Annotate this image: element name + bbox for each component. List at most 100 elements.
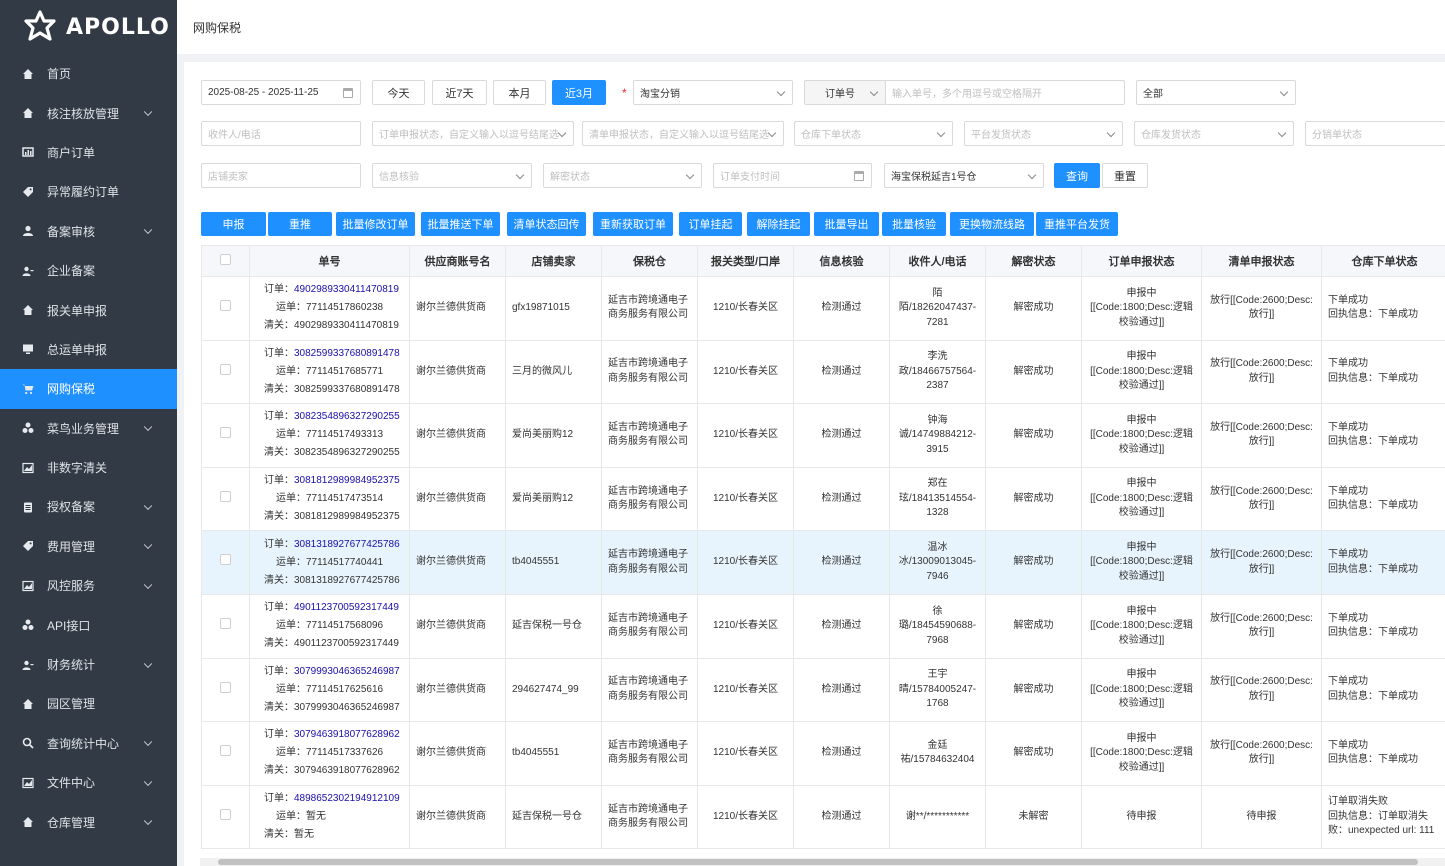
row-checkbox-cell[interactable]	[201, 593, 250, 659]
order-link[interactable]: 4902989330411470819	[294, 284, 399, 295]
decrypt-status-select[interactable]: 解密状态	[543, 163, 702, 188]
order-type-select[interactable]: 订单号	[804, 80, 886, 105]
checkbox-icon[interactable]	[220, 490, 231, 502]
sidebar-item-4[interactable]: 备案审核	[0, 212, 177, 251]
checkbox-icon[interactable]	[220, 254, 231, 265]
receiver-input[interactable]: 收件人/电话	[201, 121, 361, 146]
quick-date-today[interactable]: 今天	[372, 80, 425, 105]
checkbox-icon[interactable]	[220, 618, 231, 630]
action-button-9[interactable]: 批量核验	[882, 212, 946, 236]
order-declare-status-select[interactable]: 订单申报状态，自定义输入以逗号结尾选	[372, 121, 574, 146]
sidebar-item-8[interactable]: 网购保税	[0, 369, 177, 409]
action-button-7[interactable]: 解除挂起	[747, 212, 810, 236]
list-declare-status-select[interactable]: 清单申报状态，自定义输入以逗号结尾选	[582, 121, 784, 146]
sidebar-item-1[interactable]: 核注核放管理	[0, 93, 177, 132]
row-checkbox-cell[interactable]	[201, 721, 250, 786]
table-row[interactable]: 订单：3079993046365246987 运单：77114517625616 清…	[201, 657, 1445, 723]
quick-date-7days[interactable]: 近7天	[432, 80, 487, 105]
checkbox-icon[interactable]	[220, 427, 231, 439]
date-range-picker[interactable]: 2025-08-25 - 2025-11-25	[201, 80, 361, 105]
channel-select[interactable]: 淘宝分销	[633, 80, 793, 105]
query-button[interactable]: 查询	[1054, 163, 1100, 188]
scrollbar-thumb[interactable]	[218, 859, 1418, 865]
sidebar-item-label: 授权备案	[47, 500, 96, 515]
row-checkbox-cell[interactable]	[201, 657, 250, 723]
sidebar-item-0[interactable]: 首页	[0, 54, 177, 93]
sidebar-item-6[interactable]: 报关单申报	[0, 290, 177, 329]
row-checkbox-cell[interactable]	[201, 276, 250, 341]
row-checkbox-cell[interactable]	[201, 784, 250, 850]
row-checkbox-cell[interactable]	[201, 530, 250, 595]
order-link[interactable]: 4901123700592317449	[294, 602, 399, 613]
split-order-status-select[interactable]: 分销单状态	[1305, 121, 1445, 146]
action-button-3[interactable]: 批量推送下单	[421, 212, 500, 236]
sidebar-item-14[interactable]: API接口	[0, 605, 177, 644]
quick-date-month[interactable]: 本月	[493, 80, 546, 105]
action-button-4[interactable]: 清单状态回传	[507, 212, 586, 236]
sidebar-item-3[interactable]: 异常履约订单	[0, 172, 177, 211]
warehouse-order-status-select[interactable]: 仓库下单状态	[794, 121, 953, 146]
order-link[interactable]: 4898652302194912109	[294, 793, 400, 804]
table-row[interactable]: 订单：4898652302194912109 运单：暂无 清关：暂无 谢尔兰德供货商延…	[201, 784, 1445, 850]
warehouse-cell: 延吉市跨境通电子商务服务有限公司	[601, 657, 698, 723]
action-button-10[interactable]: 更换物流线路	[950, 212, 1034, 236]
warehouse-status-cell: 下单成功 回执信息：下单成功	[1321, 657, 1445, 723]
sidebar-item-11[interactable]: 授权备案	[0, 487, 177, 526]
table-row[interactable]: 订单：3081812989984952375 运单：77114517473514 清…	[201, 466, 1445, 532]
warehouse-select[interactable]: 海宝保税延吉1号仓	[884, 163, 1044, 188]
action-button-11[interactable]: 重推平台发货	[1036, 212, 1118, 236]
sidebar-item-12[interactable]: 费用管理	[0, 527, 177, 566]
order-link[interactable]: 3079993046365246987	[294, 666, 400, 677]
brand-logo[interactable]: APOLLO	[0, 0, 177, 54]
chevron-down-icon	[143, 107, 153, 117]
platform-ship-status-select[interactable]: 平台发货状态	[964, 121, 1123, 146]
action-button-0[interactable]: 申报	[201, 212, 266, 236]
row-checkbox-cell[interactable]	[201, 339, 250, 405]
sidebar-item-17[interactable]: 查询统计中心	[0, 724, 177, 763]
sidebar-item-18[interactable]: 文件中心	[0, 763, 177, 802]
row-checkbox-cell[interactable]	[201, 466, 250, 532]
sidebar-item-16[interactable]: 园区管理	[0, 684, 177, 723]
sidebar-item-7[interactable]: 总运单申报	[0, 330, 177, 369]
action-button-2[interactable]: 批量修改订单	[336, 212, 415, 236]
order-link[interactable]: 3079463918077628962	[294, 729, 400, 740]
reset-button[interactable]: 重置	[1102, 163, 1148, 188]
action-button-1[interactable]: 重推	[268, 212, 332, 236]
table-row[interactable]: 订单：4902989330411470819 运单：77114517860238 清…	[201, 276, 1445, 341]
sidebar-item-13[interactable]: 风控服务	[0, 566, 177, 605]
table-row[interactable]: 订单：3082599337680891478 运单：77114517685771 清…	[201, 339, 1445, 405]
warehouse-ship-status-select[interactable]: 仓库发货状态	[1134, 121, 1294, 146]
action-button-8[interactable]: 批量导出	[814, 212, 879, 236]
table-row[interactable]: 订单：4901123700592317449 运单：77114517568096 清…	[201, 593, 1445, 659]
sidebar-item-15[interactable]: 财务统计	[0, 645, 177, 684]
order-number-input[interactable]: 输入单号，多个用逗号或空格隔开	[885, 80, 1125, 105]
select-all-checkbox[interactable]	[201, 245, 250, 277]
sidebar-item-2[interactable]: 商户订单	[0, 133, 177, 172]
action-button-6[interactable]: 订单挂起	[679, 212, 742, 236]
all-select[interactable]: 全部	[1136, 80, 1296, 105]
table-row[interactable]: 订单：3079463918077628962 运单：77114517337626 清…	[201, 721, 1445, 786]
sidebar-item-9[interactable]: 菜鸟业务管理	[0, 409, 177, 448]
checkbox-icon[interactable]	[220, 300, 231, 312]
shop-seller-input[interactable]: 店铺卖家	[201, 163, 361, 188]
order-link[interactable]: 3081812989984952375	[294, 475, 400, 486]
order-link[interactable]: 3082599337680891478	[294, 348, 400, 359]
quick-date-3months[interactable]: 近3月	[552, 80, 606, 105]
order-link[interactable]: 3082354896327290255	[294, 411, 400, 422]
action-button-5[interactable]: 重新获取订单	[593, 212, 673, 236]
table-row[interactable]: 订单：3081318927677425786 运单：77114517740441 清…	[201, 530, 1445, 595]
sidebar-item-19[interactable]: 仓库管理	[0, 802, 177, 841]
checkbox-icon[interactable]	[220, 808, 231, 820]
horizontal-scrollbar[interactable]	[200, 858, 1445, 866]
pay-time-picker[interactable]: 订单支付时间	[713, 163, 872, 188]
checkbox-icon[interactable]	[220, 363, 231, 375]
sidebar-item-10[interactable]: 非数字清关	[0, 448, 177, 487]
checkbox-icon[interactable]	[220, 554, 231, 566]
table-row[interactable]: 订单：3082354896327290255 运单：77114517493313 清…	[201, 403, 1445, 468]
order-link[interactable]: 3081318927677425786	[294, 539, 400, 550]
row-checkbox-cell[interactable]	[201, 403, 250, 468]
checkbox-icon[interactable]	[220, 681, 231, 693]
sidebar-item-5[interactable]: 企业备案	[0, 251, 177, 290]
info-check-select[interactable]: 信息核验	[372, 163, 532, 188]
checkbox-icon[interactable]	[220, 745, 231, 757]
